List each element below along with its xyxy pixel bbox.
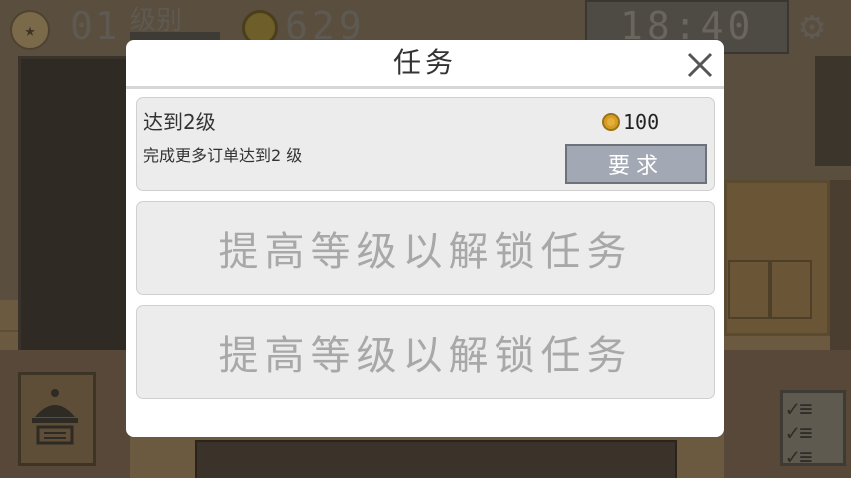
gear-icon[interactable]: ⚙ (800, 6, 824, 46)
cabinet-door (728, 260, 770, 319)
header-divider (126, 86, 724, 89)
requirement-button[interactable]: 要求 (565, 144, 707, 184)
coin-icon (602, 113, 620, 131)
locked-quest-label: 提高等级以解锁任务 (218, 333, 633, 379)
quest-reward: 100 (602, 110, 659, 134)
reward-amount: 100 (623, 110, 660, 134)
dialog-header: 任务 (126, 40, 724, 86)
level-number: 01 (70, 4, 120, 48)
serving-counter (195, 440, 677, 478)
locked-quest-slot: 提高等级以解锁任务 (136, 201, 715, 295)
close-icon[interactable] (686, 51, 714, 79)
service-bell-icon (32, 389, 78, 445)
refrigerator (18, 56, 136, 362)
locked-quest-slot: 提高等级以解锁任务 (136, 305, 715, 399)
level-progress-bar (130, 32, 220, 40)
cabinet-door (770, 260, 812, 319)
dialog-title: 任务 (392, 46, 457, 79)
task-dialog: 任务 达到2级 完成更多订单达到2 级 100 要求 提高等级以解锁任务 提高等… (126, 40, 724, 437)
locked-quest-label: 提高等级以解锁任务 (218, 229, 633, 275)
wall-shelf (815, 56, 851, 166)
quest-description: 完成更多订单达到2 级 (143, 146, 303, 165)
quest-title: 达到2级 (143, 110, 216, 134)
star-badge-icon[interactable]: ★ (10, 10, 50, 50)
checklist-icon: ✓≡ ✓≡ ✓≡ (786, 397, 813, 471)
quest-card: 达到2级 完成更多订单达到2 级 100 要求 (136, 97, 715, 191)
